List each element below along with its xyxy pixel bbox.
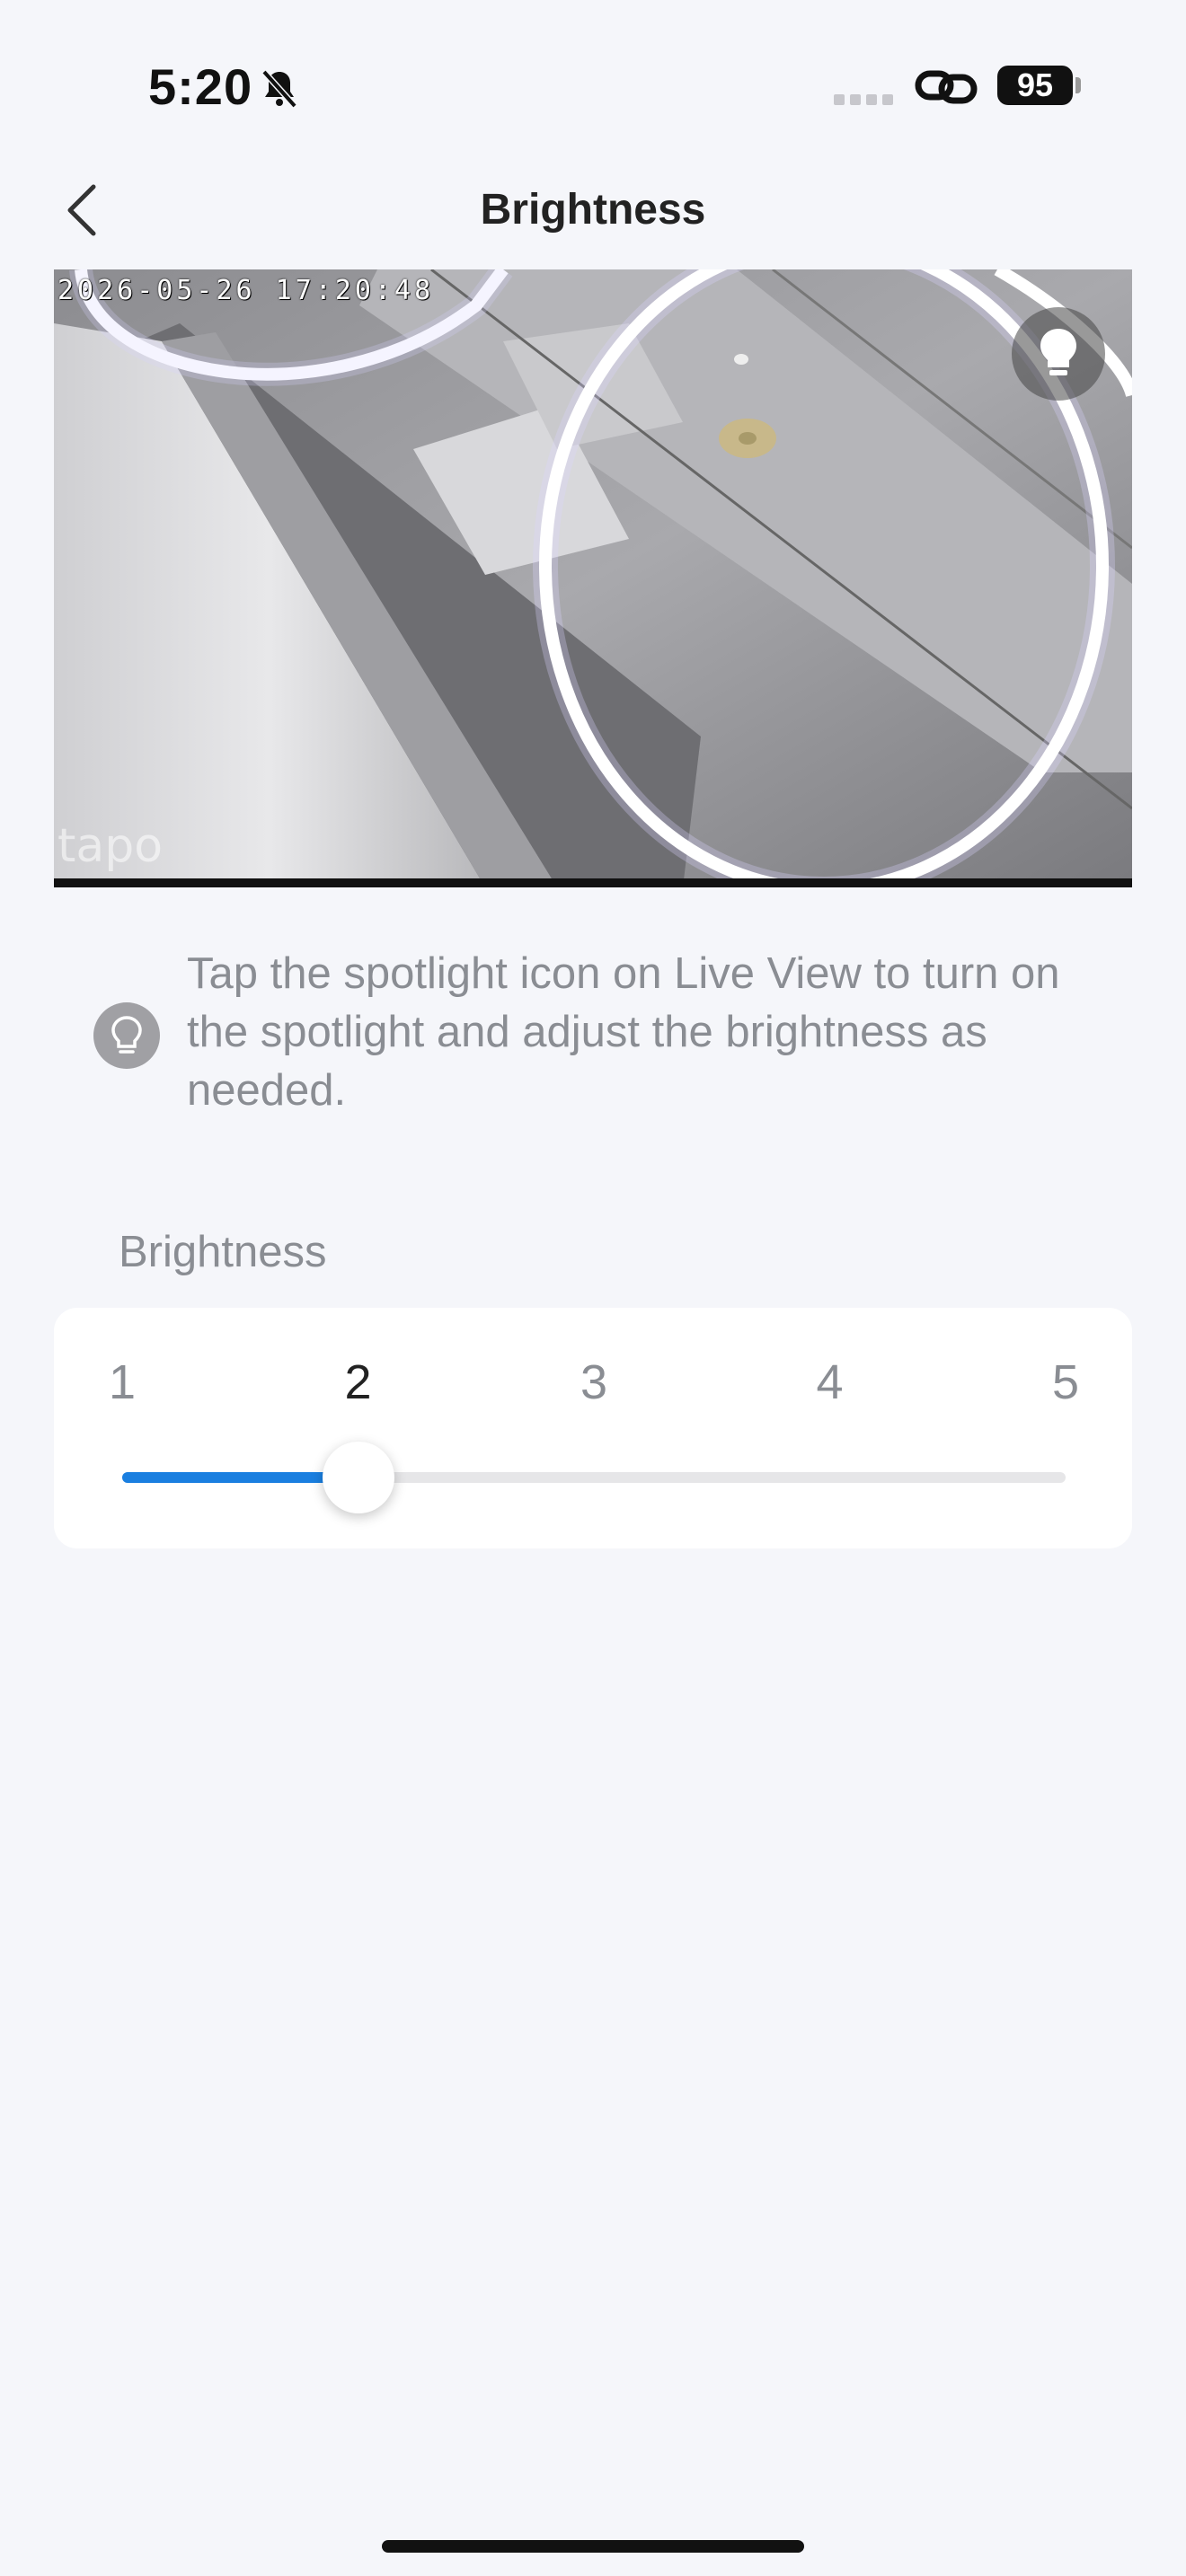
tapo-watermark: tapo <box>58 819 164 873</box>
battery-icon: 95 <box>997 66 1073 105</box>
bell-slash-icon <box>261 69 297 109</box>
level-label-3[interactable]: 3 <box>558 1354 630 1410</box>
level-label-1[interactable]: 1 <box>86 1354 158 1410</box>
brightness-slider-thumb[interactable] <box>322 1442 394 1513</box>
brightness-slider-card: 1 2 3 4 5 <box>54 1308 1132 1548</box>
brightness-slider-track[interactable] <box>122 1442 1066 1513</box>
camera-scene <box>54 269 1132 887</box>
nav-bar: Brightness <box>0 162 1186 260</box>
brightness-screen: 5:20 95 Brightness 2026-05-26 17:20:48 t… <box>0 0 1186 2576</box>
bulb-outline-icon <box>93 1002 160 1069</box>
status-bar: 5:20 95 <box>0 0 1186 144</box>
level-label-5[interactable]: 5 <box>1030 1354 1102 1410</box>
home-indicator <box>382 2540 804 2553</box>
spotlight-toggle-button[interactable] <box>1012 307 1105 401</box>
camera-live-preview[interactable]: 2026-05-26 17:20:48 tapo <box>54 269 1132 887</box>
bulb-icon <box>1040 329 1076 375</box>
battery-tip <box>1075 77 1081 93</box>
tip-text: Tap the spotlight icon on Live View to t… <box>187 949 1060 1115</box>
brightness-section-label: Brightness <box>119 1228 327 1276</box>
signal-icon <box>834 93 898 110</box>
link-icon <box>915 70 978 104</box>
status-time: 5:20 <box>148 58 253 115</box>
page-title: Brightness <box>480 186 706 234</box>
level-label-2[interactable]: 2 <box>323 1354 394 1410</box>
level-label-4[interactable]: 4 <box>794 1354 866 1410</box>
camera-timestamp: 2026-05-26 17:20:48 <box>58 275 435 306</box>
